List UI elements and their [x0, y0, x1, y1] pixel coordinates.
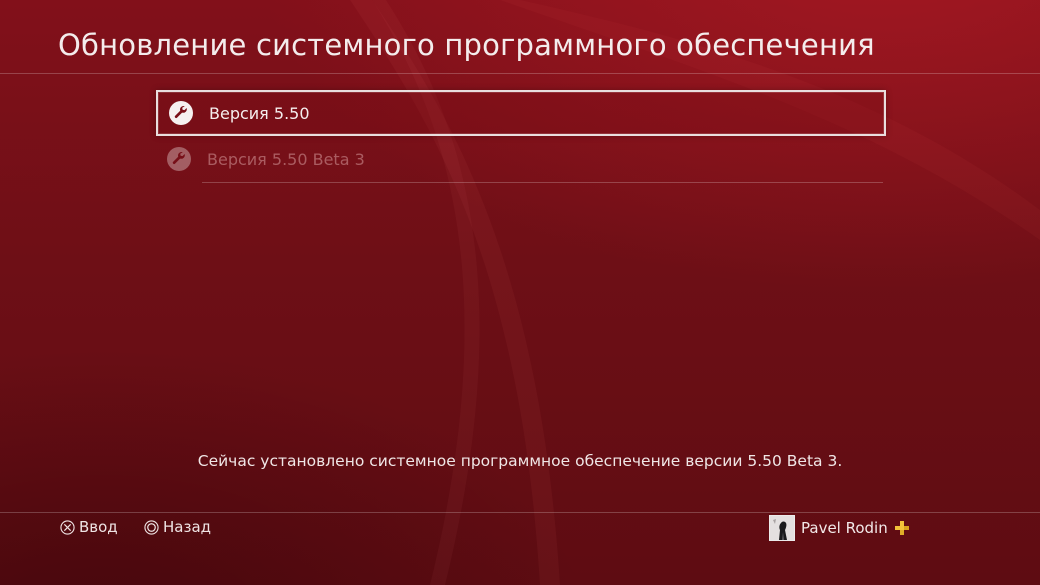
avatar-icon — [770, 516, 794, 540]
version-item-5-50[interactable]: Версия 5.50 — [156, 90, 886, 136]
ps-plus-icon — [894, 521, 909, 535]
footer-divider — [0, 512, 1040, 513]
page-title: Обновление системного программного обесп… — [58, 28, 875, 62]
cross-button-icon — [60, 519, 75, 535]
enter-hint[interactable]: Ввод — [60, 517, 118, 537]
back-label: Назад — [163, 518, 212, 536]
wrench-icon — [169, 101, 193, 125]
user-name: Pavel Rodin — [801, 519, 888, 537]
user-profile[interactable]: Pavel Rodin — [769, 515, 909, 541]
version-item-5-50-beta-3[interactable]: Версия 5.50 Beta 3 — [156, 136, 886, 183]
avatar — [769, 515, 795, 541]
back-hint[interactable]: Назад — [144, 517, 211, 537]
background-swoosh — [350, 0, 1040, 585]
item-divider — [202, 182, 883, 183]
version-item-label: Версия 5.50 — [209, 103, 310, 123]
version-item-label: Версия 5.50 Beta 3 — [207, 149, 365, 169]
installed-version-status: Сейчас установлено системное программное… — [197, 452, 843, 470]
enter-label: Ввод — [79, 518, 118, 536]
wrench-icon — [167, 147, 191, 171]
title-divider — [0, 73, 1040, 74]
circle-button-icon — [144, 519, 159, 535]
version-list: Версия 5.50 Версия 5.50 Beta 3 — [156, 90, 886, 183]
